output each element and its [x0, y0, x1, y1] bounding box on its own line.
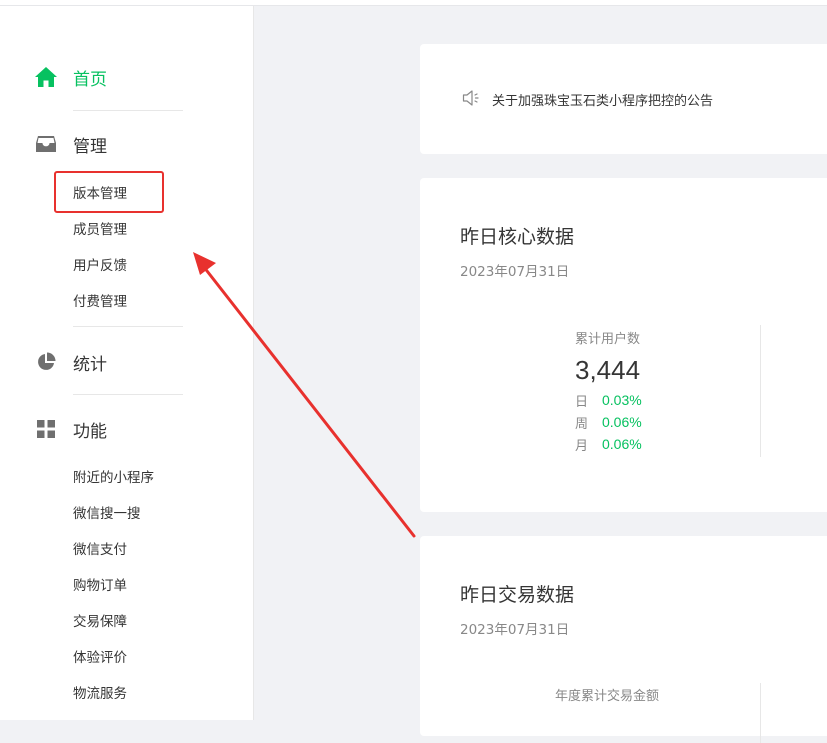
sidebar-item-wechat-search[interactable]: 微信搜一搜 — [73, 505, 141, 523]
sidebar-item-payment-manage[interactable]: 付费管理 — [73, 293, 127, 311]
inbox-icon — [34, 132, 58, 156]
nav-manage-label: 管理 — [73, 136, 107, 157]
nav-features-label: 功能 — [73, 421, 107, 442]
annotation-highlight-box — [54, 171, 164, 213]
sidebar-item-user-feedback[interactable]: 用户反馈 — [73, 257, 127, 275]
trade-data-card: 昨日交易数据 2023年07月31日 年度累计交易金额 — [420, 536, 827, 743]
sidebar-item-experience-rating[interactable]: 体验评价 — [73, 649, 127, 667]
core-data-title: 昨日核心数据 — [460, 226, 575, 248]
metric-separator — [760, 683, 761, 743]
sidebar-item-logistics[interactable]: 物流服务 — [73, 685, 127, 703]
trend-row-week: 周 0.06% — [575, 413, 642, 432]
notice-card: 关于加强珠宝玉石类小程序把控的公告 — [420, 44, 827, 154]
sidebar-item-shopping-orders[interactable]: 购物订单 — [73, 577, 127, 595]
nav-stats[interactable]: 统计 — [34, 350, 107, 375]
divider — [73, 394, 183, 395]
grid-icon — [34, 417, 58, 441]
core-data-date: 2023年07月31日 — [460, 264, 570, 280]
annual-trade-amount-label: 年度累计交易金额 — [555, 689, 660, 704]
sidebar: 首页 管理 版本管理 成员管理 用户反馈 付费管理 统计 功能 附近的小程序 微… — [0, 6, 254, 720]
trend-value: 0.06% — [602, 414, 642, 430]
speaker-icon — [462, 89, 482, 107]
trade-data-date: 2023年07月31日 — [460, 622, 570, 638]
trend-value: 0.03% — [602, 392, 642, 408]
trend-value: 0.06% — [602, 436, 642, 452]
trend-key: 周 — [575, 416, 589, 432]
nav-manage[interactable]: 管理 — [34, 132, 107, 157]
divider — [73, 326, 183, 327]
nav-home[interactable]: 首页 — [34, 65, 107, 90]
pie-chart-icon — [34, 350, 58, 374]
divider — [73, 110, 183, 111]
metric-separator — [760, 325, 761, 457]
core-data-card: 昨日核心数据 2023年07月31日 累计用户数 3,444 日 0.03% 周… — [420, 178, 827, 512]
trade-data-title: 昨日交易数据 — [460, 584, 575, 606]
home-icon — [34, 65, 58, 89]
sidebar-item-member-manage[interactable]: 成员管理 — [73, 221, 127, 239]
sidebar-item-wechat-pay[interactable]: 微信支付 — [73, 541, 127, 559]
nav-stats-label: 统计 — [73, 354, 107, 375]
nav-home-label: 首页 — [73, 69, 107, 90]
trend-key: 日 — [575, 394, 589, 410]
notice-link[interactable]: 关于加强珠宝玉石类小程序把控的公告 — [492, 90, 713, 109]
trend-key: 月 — [575, 438, 589, 454]
sidebar-item-trade-guarantee[interactable]: 交易保障 — [73, 613, 127, 631]
sidebar-item-nearby-miniprogram[interactable]: 附近的小程序 — [73, 469, 154, 487]
total-users-value: 3,444 — [575, 355, 641, 385]
trend-row-month: 月 0.06% — [575, 435, 642, 454]
nav-features[interactable]: 功能 — [34, 417, 107, 442]
total-users-label: 累计用户数 — [575, 332, 641, 347]
trend-row-day: 日 0.03% — [575, 391, 642, 410]
